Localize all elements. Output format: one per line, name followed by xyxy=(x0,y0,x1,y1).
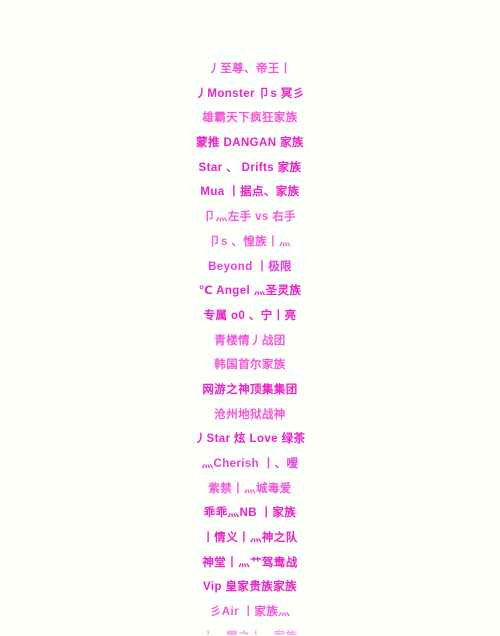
clan-name-item: 丿Monster 卩s 冥彡 xyxy=(195,87,305,100)
clan-name-item: 卩灬左手 vs 右手 xyxy=(203,211,297,224)
clan-name-list: 丿至尊、帝王丨丿Monster 卩s 冥彡 雄霸天下疯狂家族 蒙推 DANGAN 家… xyxy=(0,0,500,635)
clan-name-item: 网游之神顶集集团 xyxy=(202,383,298,396)
clan-name-item: 青楼情丿战团 xyxy=(214,334,286,347)
clan-name-item: 雄霸天下疯狂家族 xyxy=(202,112,298,125)
clan-name-item: ℃ Angel 灬圣灵族 xyxy=(198,285,302,298)
clan-name-item: 丿Star 炫 Love 绿茶 xyxy=(194,433,306,446)
clan-name-item: 丨灬零之丨灬家族 xyxy=(0,625,500,635)
clan-name-item: 灬Cherish 丨、嗳 xyxy=(201,458,299,470)
clan-name-item: 乖乖灬NB 丨家族 xyxy=(203,507,297,520)
clan-name-item: 神堂丨灬艹驾鸯战 xyxy=(202,556,298,569)
clan-name-item: Mua 丨据点、家族 xyxy=(200,186,300,199)
clan-name-item: 卩s 、惶族丨灬 xyxy=(209,235,291,248)
clan-name-item: 韩国首尔家族 xyxy=(214,359,286,372)
clan-name-item: 专属 o0 、宁丨亮 xyxy=(203,309,297,322)
clan-name-item: 紫禁丨灬城毒爱 xyxy=(208,482,292,495)
clan-name-item: Star 、 Drifts 家族 xyxy=(198,161,302,174)
clan-name-item: 丿至尊、帝王丨 xyxy=(208,63,292,75)
clan-name-item: 丨情义丨灬神之队 xyxy=(202,532,298,545)
clan-name-item: Beyond 丨极限 xyxy=(208,260,292,273)
clan-name-item: 蒙推 DANGAN 家族 xyxy=(196,137,304,150)
clan-name-item: Vip 皇家贵族家族 xyxy=(203,581,297,594)
clan-name-item: 彡Air 丨家族灬 xyxy=(209,606,291,619)
clan-name-item: 沧州地狱战神 xyxy=(214,408,286,421)
